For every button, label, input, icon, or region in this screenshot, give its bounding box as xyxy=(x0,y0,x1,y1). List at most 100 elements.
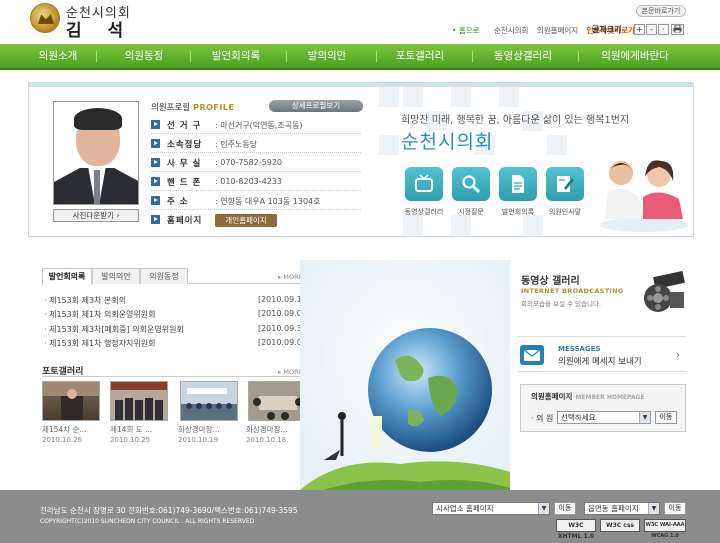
photo-thumbnail[interactable] xyxy=(110,381,168,421)
news-item[interactable]: · 제153회 제1차 의회운영위원회 [2010.09.06] xyxy=(44,309,310,321)
member-homepage-box: 의원홈페이지 MEMBER HOMEPAGE · 의 원 선택하세요 ▼ 이동 xyxy=(520,384,686,432)
nav-proposals[interactable]: 발의의안 xyxy=(298,44,356,68)
member-homepage-link[interactable]: 의원홈페이지 xyxy=(537,26,578,35)
office-homepage-select[interactable]: 시사업소 홈페이지 ▼ xyxy=(432,502,550,515)
document-icon[interactable] xyxy=(499,167,537,201)
arrow-marker-icon xyxy=(151,139,160,148)
nav-video-gallery[interactable]: 동영상갤러리 xyxy=(486,44,560,68)
news-item[interactable]: · 제153회 제1차 행정자치위원회 [2010.09.07] xyxy=(44,338,310,350)
font-size-label: 글자크기 xyxy=(592,25,622,34)
member-go-button[interactable]: 이동 xyxy=(655,411,677,424)
member-label: · 의 원 xyxy=(531,414,554,423)
tab-activity[interactable]: 의원동정 xyxy=(140,268,188,284)
news-item[interactable]: · 제153회 제3차 본회의 [2010.09.14] xyxy=(44,295,310,307)
chevron-down-icon: ▼ xyxy=(639,412,650,423)
arrow-marker-icon xyxy=(151,120,160,129)
messages-title: MESSAGES xyxy=(558,345,601,353)
skip-to-content-button[interactable]: 본문바로가기 xyxy=(636,5,686,17)
photo-thumbnail[interactable] xyxy=(42,381,100,421)
print-icon[interactable] xyxy=(671,24,684,35)
nav-divider xyxy=(376,51,377,62)
video-gallery-title[interactable]: 동영상 갤러리 xyxy=(521,272,580,287)
video-gallery-subtitle: INTERNET BROADCASTING xyxy=(521,287,624,295)
w3c-xhtml-badge[interactable]: W3C XHTML 1.0 xyxy=(556,519,596,540)
quick-label-greeting[interactable]: 의원인사말 xyxy=(535,207,595,217)
nav-divider xyxy=(96,51,97,62)
nav-divider xyxy=(472,51,473,62)
messages-text: 의원에게 메세지 보내기 xyxy=(558,357,642,367)
footer: 전라남도 순천시 장명로 30 전화번호:061)749-3690/팩스번호:0… xyxy=(0,490,720,543)
video-gallery-desc: 회의모습을 보실 수 있습니다. xyxy=(521,300,602,308)
profile-row-district: 선 거 구 : 마선거구(덕연동,조곡동) xyxy=(151,117,361,134)
photo-more-link[interactable]: MORE xyxy=(278,368,302,376)
member-photo xyxy=(53,101,139,205)
arrow-marker-icon xyxy=(151,215,160,224)
town-homepage-select[interactable]: 읍면동 홈페이지 ▼ xyxy=(584,502,660,515)
arrow-marker-icon xyxy=(151,158,160,167)
photo-date: 2010.10.19 xyxy=(178,436,219,444)
detail-profile-button[interactable]: 상세프로필보기 xyxy=(269,100,363,112)
member-name: 김 석 xyxy=(66,21,134,41)
font-increase-button[interactable]: + xyxy=(634,24,645,35)
children-illustration xyxy=(600,160,688,232)
photo-caption[interactable]: 화상경마장... xyxy=(178,424,242,435)
search-icon[interactable] xyxy=(452,167,490,201)
news-tabs: 발언회의록 발의의안 의원동정 xyxy=(42,268,306,285)
profile-row-party: 소속정당 : 민주노동당 xyxy=(151,136,361,153)
council-link[interactable]: 순천시의회 xyxy=(494,26,529,35)
photo-divider xyxy=(42,376,306,377)
font-reset-button[interactable]: · xyxy=(658,24,669,35)
nav-member-intro[interactable]: 의원소개 xyxy=(30,44,86,68)
footer-copyright: COPYRIGHT(C)2010 SUNCHEON CITY COUNCIL .… xyxy=(40,518,255,525)
personal-homepage-button[interactable]: 개인홈페이지 xyxy=(215,214,277,227)
slogan: 희망찬 미래, 행복한 꿈, 아름다운 삶이 있는 행복1번지 xyxy=(401,115,630,126)
nav-photo-gallery[interactable]: 포토갤러리 xyxy=(388,44,452,68)
member-select[interactable]: 선택하세요 ▼ xyxy=(557,411,651,424)
photo-download-button[interactable]: 사진다운받기 › xyxy=(53,209,139,222)
font-decrease-button[interactable]: - xyxy=(646,24,657,35)
envelope-icon xyxy=(520,345,544,365)
profile-row-office: 사 무 실 : 070-7582-5920 xyxy=(151,155,361,172)
footer-address: 전라남도 순천시 장명로 30 전화번호:061)749-3690/팩스번호:0… xyxy=(40,506,298,515)
chevron-down-icon: ▼ xyxy=(538,503,549,514)
chevron-right-icon: › xyxy=(676,350,680,361)
photo-caption[interactable]: 제14회 도 ... xyxy=(110,424,174,435)
photo-thumbnail[interactable] xyxy=(180,381,238,421)
tab-proposals[interactable]: 발의의안 xyxy=(92,268,140,284)
memo-icon[interactable] xyxy=(546,167,584,201)
tab-speech-minutes[interactable]: 발언회의록 xyxy=(42,268,92,285)
nav-speech-minutes[interactable]: 발언회의록 xyxy=(202,44,270,68)
office-go-button[interactable]: 이동 xyxy=(554,502,576,515)
member-homepage-title: 의원홈페이지 MEMBER HOMEPAGE xyxy=(531,392,645,401)
photo-date: 2010.10.26 xyxy=(42,436,83,444)
nav-divider xyxy=(190,51,191,62)
brand-title: 순천시의회 xyxy=(401,131,494,153)
photo-thumbnail[interactable] xyxy=(248,381,306,421)
chevron-down-icon: ▼ xyxy=(648,503,659,514)
nav-message-to-member[interactable]: 의원에게바란다 xyxy=(592,44,678,68)
film-reel-icon[interactable] xyxy=(640,270,686,314)
nav-member-activity[interactable]: 의원동정 xyxy=(114,44,174,68)
photo-date: 2010.10.25 xyxy=(110,436,151,444)
globe-illustration xyxy=(300,260,510,500)
news-item[interactable]: · 제153회 제3차[폐회중] 의회운영위원회 [2010.09.30] xyxy=(44,324,310,336)
news-more-link[interactable]: MORE xyxy=(278,273,302,281)
home-link[interactable]: • 홈으로 xyxy=(452,26,486,35)
messages-box[interactable]: MESSAGES 의원에게 메세지 보내기 › xyxy=(518,336,686,372)
tv-icon[interactable] xyxy=(405,167,443,201)
profile-panel: 사진다운받기 › 의원프로필 PROFILE 상세프로필보기 선 거 구 : 마선… xyxy=(28,82,694,237)
arrow-marker-icon xyxy=(151,177,160,186)
town-go-button[interactable]: 이동 xyxy=(664,502,686,515)
w3c-wai-badge[interactable]: W3C WAI-AAA WCAG 1.0 xyxy=(644,519,686,539)
header: 순천시의회 김 석 본문바로가기 • 홈으로 순천시의회 의원홈페이지 인트라넷… xyxy=(0,0,720,44)
photo-caption[interactable]: 제154차 순... xyxy=(42,424,106,435)
profile-title: 의원프로필 PROFILE xyxy=(151,103,235,113)
profile-row-mobile: 핸 드 폰 : 010-8203-4233 xyxy=(151,174,361,191)
nav-divider xyxy=(578,51,579,62)
council-emblem-icon[interactable] xyxy=(30,3,60,33)
main-nav: 의원소개 의원동정 발언회의록 발의의안 포토갤러리 동영상갤러리 의원에게바란… xyxy=(0,44,720,70)
profile-row-address: 주 소 : 연향동 대우A 103동 1304호 xyxy=(151,193,361,210)
arrow-marker-icon xyxy=(151,196,160,205)
nav-divider xyxy=(286,51,287,62)
w3c-css-badge[interactable]: W3C css xyxy=(600,519,640,532)
